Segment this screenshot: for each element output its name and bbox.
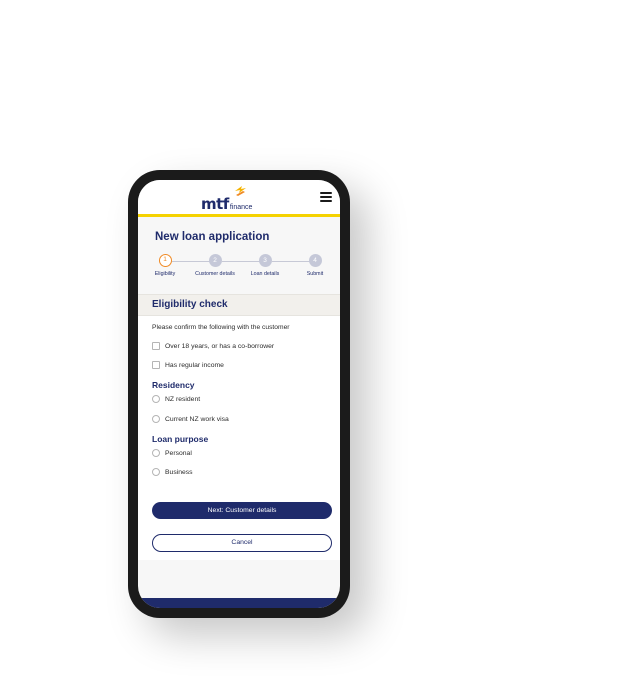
radio-circle[interactable] [152,449,160,457]
checkbox-label: Over 18 years, or has a co-borrower [165,342,275,350]
instruction-text: Please confirm the following with the cu… [152,324,290,331]
logo-mtf-text: mtf [201,195,229,213]
mtf-finance-logo[interactable]: mtf finance [201,186,253,213]
next-customer-details-button[interactable]: Next: Customer details [152,502,332,519]
radio-circle[interactable] [152,395,160,403]
page-title: New loan application [155,231,270,243]
checkbox-label: Has regular income [165,361,224,369]
radio-business[interactable]: Business [152,467,193,477]
step-submit[interactable]: 4 Submit [290,254,340,277]
radio-label: NZ resident [165,395,201,403]
checkbox-regular-income[interactable]: Has regular income [152,360,224,370]
radio-personal[interactable]: Personal [152,448,192,458]
radio-circle[interactable] [152,415,160,423]
footer-bar [138,598,340,608]
loan-purpose-heading: Loan purpose [152,434,209,444]
checkbox-box[interactable] [152,342,160,350]
step-number: 3 [258,254,272,267]
step-number: 4 [308,254,322,267]
radio-circle[interactable] [152,468,160,476]
radio-label: Business [165,468,193,476]
radio-label: Current NZ work visa [165,415,229,423]
radio-label: Personal [165,449,192,457]
app-header: mtf finance [138,180,340,217]
phone-screen: mtf finance New loan application 1 Eligi… [138,180,340,608]
step-eligibility[interactable]: 1 Eligibility [140,254,190,277]
radio-nz-work-visa[interactable]: Current NZ work visa [152,414,229,424]
section-header: Eligibility check [138,294,340,316]
section-title: Eligibility check [152,299,228,310]
step-number: 1 [158,254,172,267]
hamburger-menu-icon[interactable] [320,192,332,202]
step-number: 2 [208,254,222,267]
cancel-button[interactable]: Cancel [152,534,332,552]
phone-frame: mtf finance New loan application 1 Eligi… [128,170,350,618]
eligibility-form: Eligibility check Please confirm the fol… [138,294,340,560]
checkbox-over-18[interactable]: Over 18 years, or has a co-borrower [152,341,274,351]
step-customer-details[interactable]: 2 Customer details [190,254,240,277]
step-label: Submit [306,271,324,277]
radio-nz-resident[interactable]: NZ resident [152,394,200,404]
stage: mtf finance New loan application 1 Eligi… [0,0,640,680]
logo-swoosh-icon [235,186,246,196]
step-label: Customer details [195,271,235,277]
logo-finance-text: finance [229,204,253,211]
progress-stepper: 1 Eligibility 2 Customer details 3 Loan … [148,254,330,284]
step-label: Eligibility [154,271,176,277]
residency-heading: Residency [152,380,195,390]
checkbox-box[interactable] [152,361,160,369]
step-loan-details[interactable]: 3 Loan details [240,254,290,277]
step-label: Loan details [250,271,280,277]
